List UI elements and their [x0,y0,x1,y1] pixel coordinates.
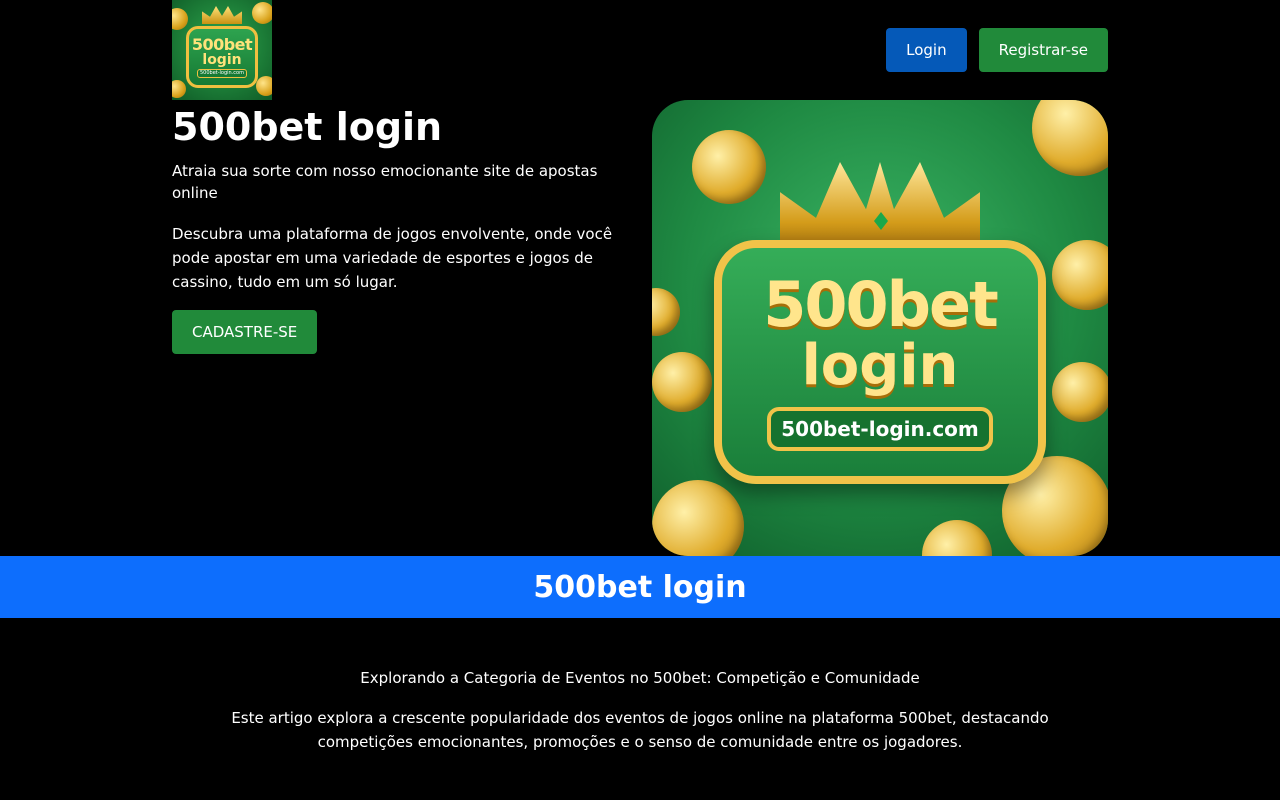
logo-domain: 500bet-login.com [196,68,247,78]
hero-section: 500bet login Atraia sua sorte com nosso … [172,100,1108,556]
hero-image: 500bet login 500bet-login.com [652,100,1108,556]
coin-image [652,352,712,412]
login-button[interactable]: Login [886,28,967,72]
coin-image [652,288,680,336]
hero-image-text-login: login [801,333,959,398]
logo-crown-icon [202,6,242,24]
article-section: Explorando a Categoria de Eventos no 500… [172,618,1108,754]
logo-coin-image [172,80,186,98]
coin-image [692,130,766,204]
site-logo[interactable]: 500bet login 500bet-login.com [172,0,272,100]
coin-image [1052,240,1108,310]
logo-text-login: login [202,51,242,68]
coin-image [922,520,992,556]
coin-image [652,480,744,556]
coin-image [1052,362,1108,422]
logo-coin-image [256,76,272,96]
register-button[interactable]: Registrar-se [978,28,1108,72]
logo-coin-image [252,2,272,24]
hero-image-plate: 500bet login 500bet-login.com [714,240,1046,484]
coin-image [1032,100,1108,176]
logo-text-500bet: 500bet [191,34,253,54]
header-actions: Login Registrar-se [886,28,1108,72]
logo-coin-image [172,8,188,30]
signup-cta-button[interactable]: CADASTRE-SE [172,310,318,354]
crown-icon [780,162,980,248]
hero-image-domain: 500bet-login.com [767,407,993,451]
hero-image-text-500bet: 500bet [763,268,998,341]
article-title[interactable]: Explorando a Categoria de Eventos no 500… [172,666,1108,690]
hero-description: Descubra uma plataforma de jogos envolve… [172,225,613,291]
logo-plate: 500bet login 500bet-login.com [186,26,258,88]
title-banner: 500bet login [0,556,1280,618]
hero-title: 500bet login [172,105,443,149]
site-header: 500bet login 500bet-login.com Login Regi… [172,0,1108,100]
hero-subtitle: Atraia sua sorte com nosso emocionante s… [172,162,598,202]
article-description: Este artigo explora a crescente populari… [231,709,1049,751]
hero-text: 500bet login Atraia sua sorte com nosso … [172,100,632,354]
banner-title: 500bet login [533,569,747,605]
